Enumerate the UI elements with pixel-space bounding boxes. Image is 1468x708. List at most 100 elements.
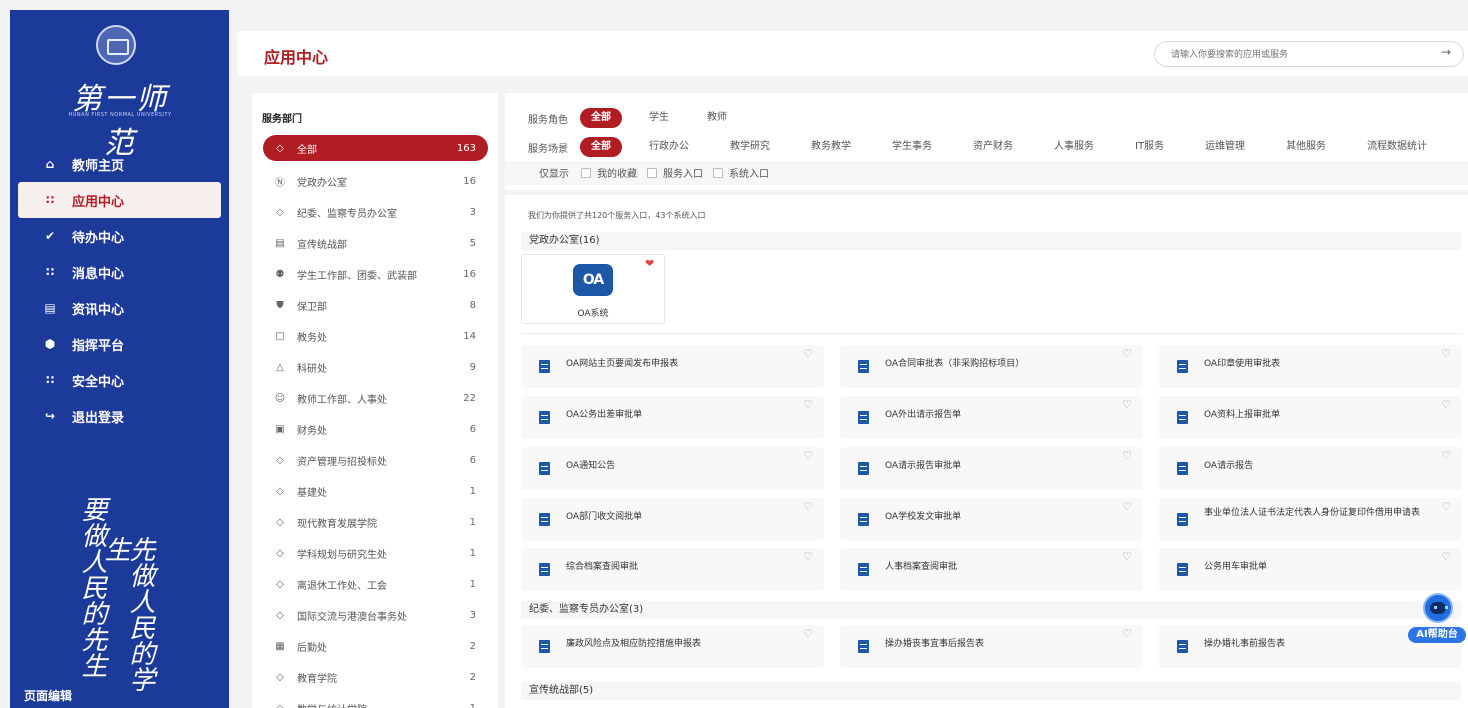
favorite-icon[interactable]: ♡ [1441, 398, 1451, 411]
department-item[interactable]: ⚉ 学生工作部、团委、武装部 16 [263, 259, 488, 290]
checkbox-box[interactable] [581, 167, 591, 178]
service-card[interactable]: OA外出请示报告单 ♡ [840, 396, 1143, 439]
sidebar-item-7[interactable]: ↪ 退出登录 [18, 398, 221, 434]
favorite-icon[interactable]: ♡ [1122, 500, 1132, 513]
department-item[interactable]: ◇ 资产管理与招投标处 6 [263, 445, 488, 476]
role-chip[interactable]: 全部 [580, 108, 622, 128]
department-item[interactable]: ⛊ 保卫部 8 [263, 290, 488, 321]
page-edit-link[interactable]: 页面编辑 [24, 687, 72, 704]
department-item[interactable]: ▤ 宣传统战部 5 [263, 228, 488, 259]
favorite-icon[interactable]: ♡ [803, 627, 813, 640]
department-item[interactable]: ▦ 后勤处 2 [263, 631, 488, 662]
service-card[interactable]: OA印章使用审批表 ♡ [1159, 345, 1462, 388]
role-chip[interactable]: 学生 [638, 108, 680, 128]
document-icon [1177, 640, 1188, 653]
department-count: 9 [469, 362, 476, 373]
service-card[interactable]: OA部门收文阅批单 ♡ [521, 498, 824, 541]
service-card[interactable]: OA请示报告审批单 ♡ [840, 447, 1143, 490]
department-icon: ▣ [275, 424, 285, 435]
heart-icon[interactable]: ❤ [645, 257, 654, 270]
department-name: 后勤处 [297, 643, 327, 654]
sidebar-item-4[interactable]: ▤ 资讯中心 [18, 290, 221, 326]
service-card[interactable]: OA网站主页要闻发布申报表 ♡ [521, 345, 824, 388]
show-only-checkbox[interactable]: 我的收藏 [581, 165, 637, 180]
ai-help-label[interactable]: AI帮助台 [1408, 627, 1466, 643]
scene-chip[interactable]: 教务教学 [800, 137, 862, 157]
department-item[interactable]: ◇ 纪委、监察专员办公室 3 [263, 197, 488, 228]
scene-chip[interactable]: IT服务 [1124, 137, 1175, 157]
favorite-icon[interactable]: ♡ [1441, 500, 1451, 513]
sidebar-item-0[interactable]: ⌂ 教师主页 [18, 146, 221, 182]
scene-chip[interactable]: 资产财务 [962, 137, 1024, 157]
robot-icon[interactable] [1423, 593, 1453, 623]
favorite-icon[interactable]: ♡ [803, 398, 813, 411]
department-item[interactable]: ▣ 财务处 6 [263, 414, 488, 445]
department-item[interactable]: ◇ 学科规划与研究生处 1 [263, 538, 488, 569]
scene-chip[interactable]: 运维管理 [1194, 137, 1256, 157]
show-only-checkbox[interactable]: 服务入口 [647, 165, 703, 180]
sidebar-item-6[interactable]: ∷ 安全中心 [18, 362, 221, 398]
service-card[interactable]: OA通知公告 ♡ [521, 447, 824, 490]
role-chip[interactable]: 教师 [696, 108, 738, 128]
favorite-icon[interactable]: ♡ [1441, 347, 1451, 360]
favorite-icon[interactable]: ♡ [1441, 449, 1451, 462]
department-name: 资产管理与招投标处 [297, 457, 387, 468]
service-card[interactable]: OA资料上报审批单 ♡ [1159, 396, 1462, 439]
favorite-icon[interactable]: ♡ [1122, 347, 1132, 360]
show-only-checkbox[interactable]: 系统入口 [713, 165, 769, 180]
favorite-icon[interactable]: ♡ [1441, 550, 1451, 563]
scene-chip[interactable]: 全部 [580, 137, 622, 157]
search-input[interactable] [1171, 46, 1421, 62]
system-card-oa[interactable]: OA OA系统 ❤ [521, 254, 665, 324]
favorite-icon[interactable]: ♡ [1122, 550, 1132, 563]
favorite-icon[interactable]: ♡ [803, 550, 813, 563]
favorite-icon[interactable]: ♡ [1122, 398, 1132, 411]
service-card[interactable]: 公务用车审批单 ♡ [1159, 548, 1462, 591]
checkbox-box[interactable] [713, 167, 723, 178]
department-item[interactable]: Ⓝ 党政办公室 16 [263, 166, 488, 197]
search-box[interactable]: → [1154, 41, 1464, 67]
service-card[interactable]: OA请示报告 ♡ [1159, 447, 1462, 490]
service-card[interactable]: OA公务出差审批单 ♡ [521, 396, 824, 439]
sidebar-item-2[interactable]: ✔ 待办中心 [18, 218, 221, 254]
favorite-icon[interactable]: ♡ [1122, 627, 1132, 640]
department-item[interactable]: ◇ 数学与统计学院 1 [263, 693, 488, 708]
scene-chip[interactable]: 流程数据统计 [1356, 137, 1438, 157]
favorite-icon[interactable]: ♡ [803, 449, 813, 462]
department-item[interactable]: ◇ 基建处 1 [263, 476, 488, 507]
service-card[interactable]: 操办婚丧事宜事后报告表 ♡ [840, 625, 1143, 668]
arrow-right-icon[interactable]: → [1441, 45, 1451, 59]
department-item[interactable]: ◇ 离退休工作处、工会 1 [263, 569, 488, 600]
department-item[interactable]: ◇ 全部 163 [263, 135, 488, 161]
service-card[interactable]: OA学校发文审批单 ♡ [840, 498, 1143, 541]
favorite-icon[interactable]: ♡ [803, 500, 813, 513]
department-icon: ◇ [276, 207, 284, 218]
scene-filter-row: 服务场景 全部 行政办公 教学研究 教务教学 学生事务 资产财务 人事服务 IT服务 运维管理其… [528, 136, 1457, 158]
checkbox-box[interactable] [647, 167, 657, 178]
department-item[interactable]: ◇ 教育学院 2 [263, 662, 488, 693]
sidebar-item-3[interactable]: ∷ 消息中心 [18, 254, 221, 290]
favorite-icon[interactable]: ♡ [803, 347, 813, 360]
sidebar: 第一师范 HUNAN FIRST NORMAL UNIVERSITY ⌂ 教师主页… [10, 10, 229, 708]
department-item[interactable]: △ 科研处 9 [263, 352, 488, 383]
service-card[interactable]: 人事档案查阅审批 ♡ [840, 548, 1143, 591]
service-summary: 我们为你提供了共120个服务入口，43个系统入口 [528, 211, 706, 220]
department-item[interactable]: ◇ 国际交流与港澳台事务处 3 [263, 600, 488, 631]
service-card[interactable]: 综合档案查阅审批 ♡ [521, 548, 824, 591]
service-card[interactable]: 廉政风险点及相应防控措施申报表 ♡ [521, 625, 824, 668]
scene-chip[interactable]: 教学研究 [719, 137, 781, 157]
scene-chip[interactable]: 学生事务 [881, 137, 943, 157]
service-card[interactable]: 事业单位法人证书法定代表人身份证复印件借用申请表 ♡ [1159, 498, 1462, 541]
favorite-icon[interactable]: ♡ [1122, 449, 1132, 462]
ai-help-button[interactable]: AI帮助台 [1408, 593, 1466, 648]
checkbox-label: 系统入口 [729, 169, 769, 180]
scene-chip[interactable]: 其他服务 [1275, 137, 1337, 157]
sidebar-item-5[interactable]: ⬢ 指挥平台 [18, 326, 221, 362]
department-item[interactable]: □ 教务处 14 [263, 321, 488, 352]
service-card[interactable]: OA合同审批表（非采购招标项目） ♡ [840, 345, 1143, 388]
sidebar-item-1[interactable]: ∷ 应用中心 [18, 182, 221, 218]
department-item[interactable]: ◇ 现代教育发展学院 1 [263, 507, 488, 538]
department-item[interactable]: ☺ 教师工作部、人事处 22 [263, 383, 488, 414]
scene-chip[interactable]: 行政办公 [638, 137, 700, 157]
scene-chip[interactable]: 人事服务 [1043, 137, 1105, 157]
